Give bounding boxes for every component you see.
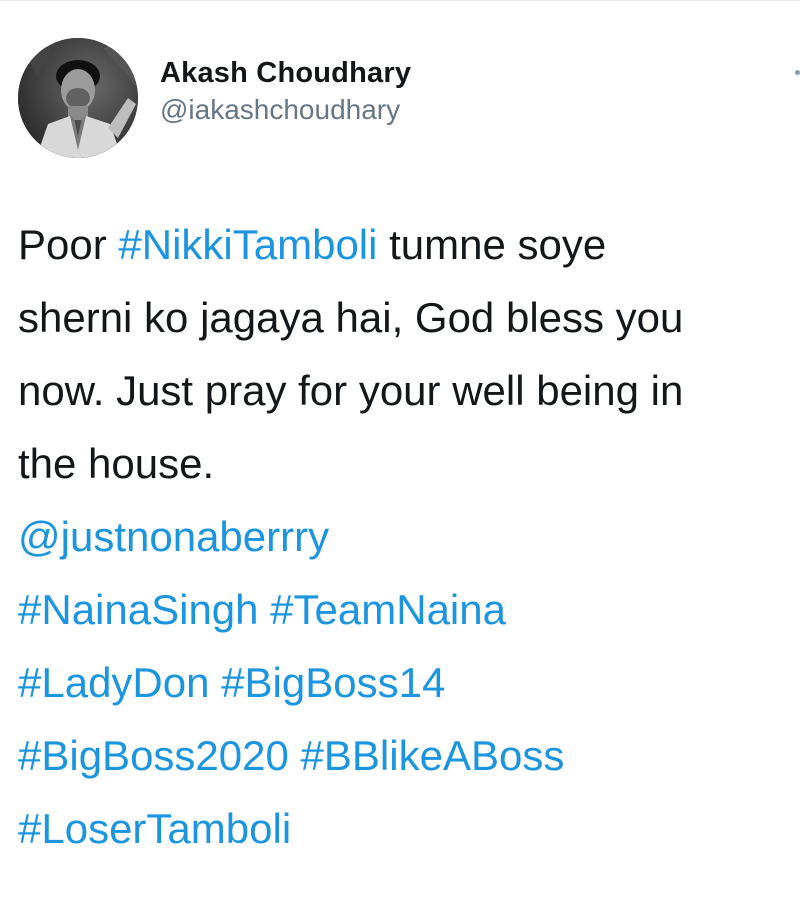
tweet-text-segment: tumne soye bbox=[377, 221, 607, 268]
avatar-photo bbox=[18, 38, 138, 158]
tweet-text: Poor #NikkiTamboli tumne soye sherni ko j… bbox=[18, 208, 798, 865]
tweet-text-segment: the house. bbox=[18, 440, 215, 487]
more-options-icon[interactable] bbox=[795, 70, 800, 75]
hashtag-link[interactable]: #NikkiTamboli bbox=[118, 221, 377, 268]
avatar[interactable] bbox=[18, 38, 138, 158]
tweet-line: #NainaSingh #TeamNaina bbox=[18, 573, 798, 646]
author-names: Akash Choudhary @iakashchoudhary bbox=[160, 56, 411, 128]
tweet-text-segment: sherni ko jagaya hai, God bless you bbox=[18, 294, 684, 341]
tweet-line: the house. bbox=[18, 427, 798, 500]
hashtag-link[interactable]: #LadyDon #BigBoss14 bbox=[18, 659, 445, 706]
tweet-text-segment: now. Just pray for your well being in bbox=[18, 367, 684, 414]
tweet-line: Poor #NikkiTamboli tumne soye bbox=[18, 208, 798, 281]
tweet-line: now. Just pray for your well being in bbox=[18, 354, 798, 427]
tweet-line: #LoserTamboli bbox=[18, 792, 798, 865]
author-display-name[interactable]: Akash Choudhary bbox=[160, 56, 411, 90]
tweet-line: @justnonaberrry bbox=[18, 500, 798, 573]
hashtag-link[interactable]: #NainaSingh #TeamNaina bbox=[18, 586, 506, 633]
tweet-line: #LadyDon #BigBoss14 bbox=[18, 646, 798, 719]
hashtag-link[interactable]: #LoserTamboli bbox=[18, 805, 291, 852]
author-handle[interactable]: @iakashchoudhary bbox=[160, 92, 411, 128]
tweet-header: Akash Choudhary @iakashchoudhary bbox=[18, 38, 411, 158]
tweet-line: sherni ko jagaya hai, God bless you bbox=[18, 281, 798, 354]
mention-link[interactable]: @justnonaberrry bbox=[18, 513, 329, 560]
tweet-line: #BigBoss2020 #BBlikeABoss bbox=[18, 719, 798, 792]
top-divider bbox=[0, 0, 800, 1]
tweet-text-segment: Poor bbox=[18, 221, 119, 268]
hashtag-link[interactable]: #BigBoss2020 #BBlikeABoss bbox=[18, 732, 564, 779]
